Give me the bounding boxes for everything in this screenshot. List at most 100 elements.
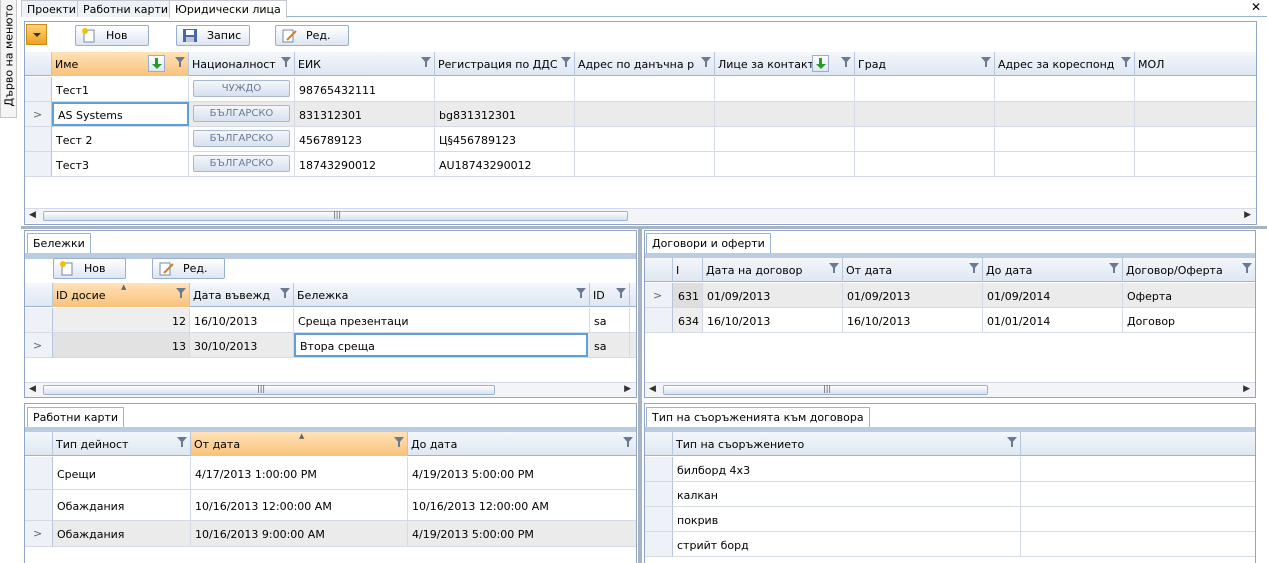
col-id[interactable]: ID [590,283,630,307]
horizontal-scrollbar[interactable]: ◀ ||| ▶ [25,382,636,397]
vertical-splitter[interactable] [638,229,642,563]
scroll-left-icon[interactable]: ◀ [649,384,656,394]
scroll-right-icon[interactable]: ▶ [624,384,631,394]
cell-correspondence-address[interactable] [995,102,1135,126]
cell-work-to-date[interactable]: 4/19/2013 5:00:00 PM [408,521,636,546]
cell-eik[interactable]: 98765432111 [295,77,435,101]
cell-activity-type[interactable]: Обаждания [53,490,191,520]
filter-icon[interactable] [623,437,633,448]
cell-activity-type[interactable]: Обаждания [53,521,191,546]
filter-icon[interactable] [1121,57,1131,68]
new-button[interactable]: Нов [75,25,149,46]
filter-icon[interactable] [177,437,187,448]
row-selector[interactable] [645,532,673,557]
filter-icon[interactable] [175,57,185,68]
horizontal-scrollbar[interactable]: ◀ ||| ▶ [645,382,1255,397]
table-row[interactable]: Тест 2 БЪЛГАРСКО 456789123 Ц§456789123 [25,127,1256,152]
sort-down-icon[interactable] [812,55,829,72]
cell-city[interactable] [855,77,995,101]
col-eik[interactable]: ЕИК [295,52,435,76]
cell-city[interactable] [855,127,995,151]
cell-tax-address[interactable] [575,77,715,101]
contracts-tab[interactable]: Договори и оферти [646,233,771,253]
cell-name[interactable]: Тест 2 [52,127,189,151]
cell-eik[interactable]: 456789123 [295,127,435,151]
cell-dossier-id[interactable]: 12 [53,308,190,332]
row-selector[interactable] [25,490,53,521]
cell-contract-id[interactable]: 634 [673,308,703,332]
table-row[interactable]: > AS Systems БЪЛГАРСКО 831312301 bg83131… [25,102,1256,127]
scroll-right-icon[interactable]: ▶ [1243,384,1250,394]
cell-activity-type[interactable]: Срещи [53,457,191,489]
cell-contact[interactable] [715,127,855,151]
cell-contract-kind[interactable]: Договор [1123,308,1255,332]
cell-tax-address[interactable] [575,127,715,151]
filter-icon[interactable] [981,57,991,68]
filter-icon[interactable] [421,57,431,68]
facility-types-tab[interactable]: Тип на съоръженията към договора [646,407,870,427]
col-city[interactable]: Град [855,52,995,76]
row-selector[interactable]: > [25,333,53,358]
table-row[interactable]: покрив [645,507,1255,532]
cell-user-id[interactable]: sa [590,308,630,332]
cell-facility-type[interactable]: покрив [673,507,1021,531]
cell-name[interactable]: Тест3 [52,152,189,176]
col-work-to-date[interactable]: До дата [408,432,636,456]
cell-work-from-date[interactable]: 10/16/2013 12:00:00 AM [191,490,408,520]
table-row[interactable]: > 631 01/09/2013 01/09/2013 01/09/2014 О… [645,283,1255,308]
col-contract-date[interactable]: Дата на договор [703,258,843,282]
notes-edit-button[interactable]: Ред. [152,258,225,279]
cell-vat[interactable] [435,77,575,101]
row-selector[interactable] [645,308,673,333]
scroll-right-icon[interactable]: ▶ [1244,210,1251,220]
cell-correspondence-address[interactable] [995,152,1135,176]
row-selector[interactable] [25,127,52,152]
cell-contract-id[interactable]: 631 [673,283,703,307]
col-contract-kind[interactable]: Договор/Оферта [1123,258,1255,282]
cell-from-date[interactable]: 01/09/2013 [843,283,983,307]
cell-city[interactable] [855,152,995,176]
cell-to-date[interactable]: 01/09/2014 [983,283,1123,307]
cell-entry-date[interactable]: 30/10/2013 [190,333,294,357]
filter-icon[interactable] [829,263,839,274]
nationality-pill[interactable]: ЧУЖДО [193,80,290,97]
cell-contact[interactable] [715,152,855,176]
save-button[interactable]: Запис [176,25,250,46]
row-selector[interactable]: > [25,521,53,547]
row-selector[interactable] [25,308,53,333]
edit-button[interactable]: Ред. [275,25,349,46]
col-correspondence-address[interactable]: Адрес за кореспонд [995,52,1135,76]
col-work-from-date[interactable]: ▲ От дата [191,432,408,456]
cell-work-to-date[interactable]: 4/19/2013 5:00:00 PM [408,457,636,489]
filter-icon[interactable] [394,437,404,448]
scroll-left-icon[interactable]: ◀ [29,384,36,394]
col-entry-date[interactable]: Дата въвежд [190,283,294,307]
cell-correspondence-address[interactable] [995,77,1135,101]
table-row[interactable]: 634 16/10/2013 16/10/2013 01/01/2014 Дог… [645,308,1255,333]
cell-nationality[interactable]: БЪЛГАРСКО [189,102,295,126]
table-row[interactable]: > Обаждания 10/16/2013 9:00:00 AM 4/19/2… [25,521,636,547]
row-selector[interactable] [25,457,53,490]
filter-icon[interactable] [561,57,571,68]
filter-icon[interactable] [576,288,586,299]
tab-projects[interactable]: Проекти [21,0,82,17]
cell-note[interactable]: Среща презентаци [294,308,590,332]
col-tax-address[interactable]: Адрес по данъчна р [575,52,715,76]
cell-mol[interactable] [1135,77,1256,101]
cell-vat[interactable]: AU18743290012 [435,152,575,176]
menu-tree-tab[interactable]: Дърво на менюто [0,0,17,118]
col-from-date[interactable]: От дата [843,258,983,282]
col-activity-type[interactable]: Тип дейност [53,432,191,456]
table-row[interactable]: калкан [645,482,1255,507]
cell-nationality[interactable]: БЪЛГАРСКО [189,127,295,151]
cell-contact[interactable] [715,102,855,126]
cell-tax-address[interactable] [575,102,715,126]
row-selector[interactable] [25,152,52,177]
col-contract-id[interactable]: I [673,258,703,282]
nationality-pill[interactable]: БЪЛГАРСКО [193,155,290,172]
table-row[interactable]: билборд 4х3 [645,457,1255,482]
cell-nationality[interactable]: БЪЛГАРСКО [189,152,295,176]
cell-to-date[interactable]: 01/01/2014 [983,308,1123,332]
scrollbar-thumb[interactable] [43,385,495,395]
table-row[interactable]: Срещи 4/17/2013 1:00:00 PM 4/19/2013 5:0… [25,457,636,490]
